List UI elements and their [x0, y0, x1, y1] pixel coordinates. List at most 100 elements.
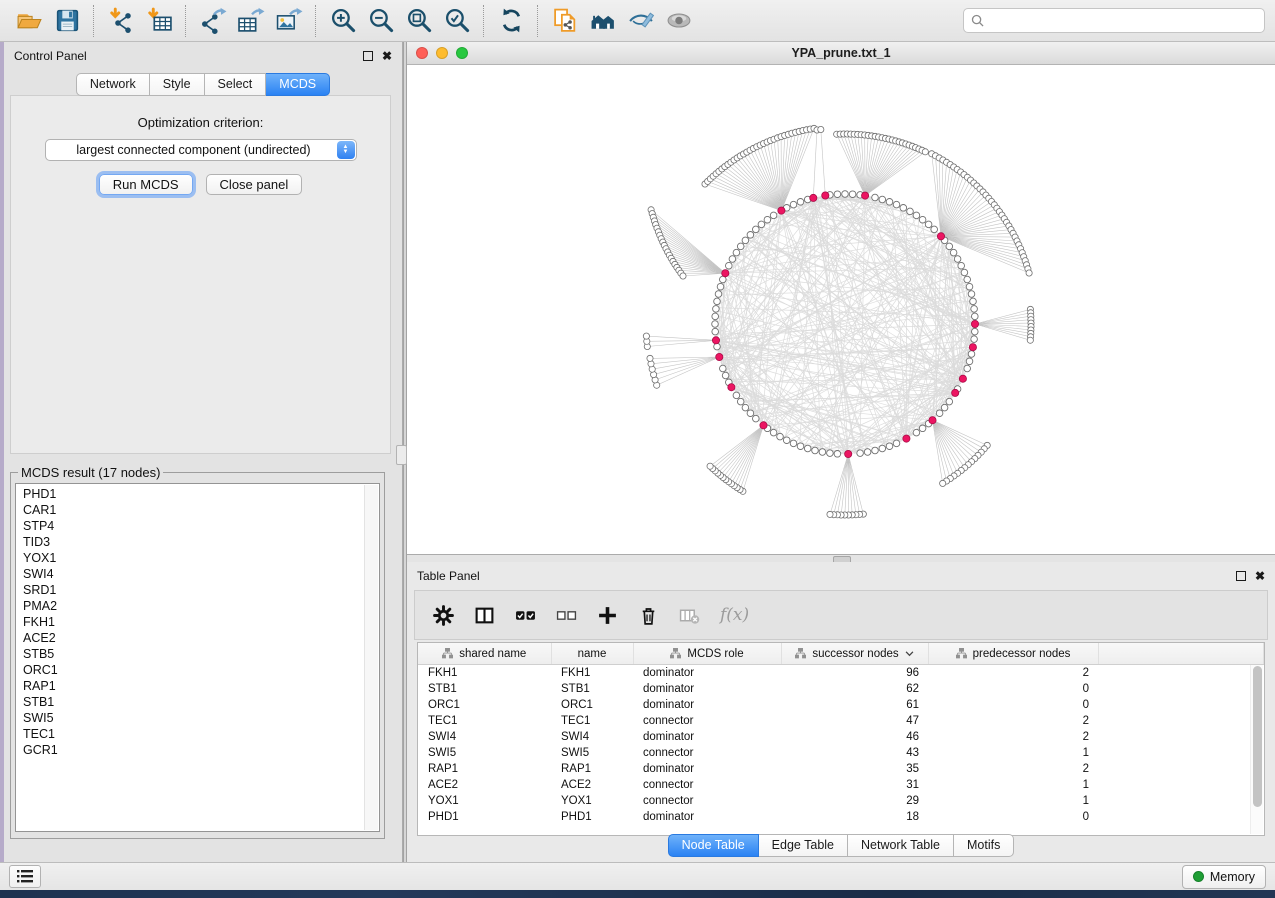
- close-panel-button[interactable]: Close panel: [206, 174, 303, 195]
- node-table-grid[interactable]: shared namenameMCDS rolesuccessor nodesp…: [418, 643, 1264, 825]
- tab-network[interactable]: Network: [76, 73, 150, 96]
- cell-predecessor-nodes[interactable]: 1: [928, 745, 1098, 761]
- cell-shared-name[interactable]: YOX1: [418, 793, 551, 809]
- cell-MCDS-role[interactable]: connector: [633, 793, 781, 809]
- tab-motifs[interactable]: Motifs: [954, 834, 1014, 857]
- cell-name[interactable]: PHD1: [551, 809, 633, 825]
- cell-successor-nodes[interactable]: 62: [781, 681, 928, 697]
- search-box[interactable]: [963, 8, 1265, 33]
- mcds-result-item[interactable]: SRD1: [23, 582, 379, 598]
- mcds-result-item[interactable]: ORC1: [23, 662, 379, 678]
- mcds-result-item[interactable]: TID3: [23, 534, 379, 550]
- network-canvas[interactable]: [407, 65, 1275, 554]
- column-header-name[interactable]: name: [551, 643, 633, 665]
- refresh-network-button[interactable]: [492, 4, 530, 38]
- column-header-shared-name[interactable]: shared name: [418, 643, 551, 665]
- cell-successor-nodes[interactable]: 31: [781, 777, 928, 793]
- mcds-result-item[interactable]: STP4: [23, 518, 379, 534]
- cell-MCDS-role[interactable]: connector: [633, 713, 781, 729]
- mcds-result-item[interactable]: SWI4: [23, 566, 379, 582]
- select-all-button[interactable]: [515, 602, 536, 628]
- cell-shared-name[interactable]: ORC1: [418, 697, 551, 713]
- cell-successor-nodes[interactable]: 29: [781, 793, 928, 809]
- result-list-scrollbar[interactable]: [364, 485, 378, 830]
- tab-style[interactable]: Style: [150, 73, 205, 96]
- tab-select[interactable]: Select: [205, 73, 267, 96]
- tab-mcds[interactable]: MCDS: [266, 73, 330, 96]
- cell-shared-name[interactable]: STB1: [418, 681, 551, 697]
- table-row[interactable]: TEC1TEC1connector472: [418, 713, 1264, 729]
- export-network-button[interactable]: [194, 4, 232, 38]
- mcds-result-item[interactable]: PMA2: [23, 598, 379, 614]
- table-scrollbar-thumb[interactable]: [1253, 666, 1262, 807]
- task-history-button[interactable]: [9, 865, 41, 888]
- first-neighbors-button[interactable]: [584, 4, 622, 38]
- cell-name[interactable]: YOX1: [551, 793, 633, 809]
- mcds-result-item[interactable]: GCR1: [23, 742, 379, 758]
- cell-successor-nodes[interactable]: 96: [781, 665, 928, 682]
- cell-predecessor-nodes[interactable]: 1: [928, 777, 1098, 793]
- float-panel-icon[interactable]: [363, 51, 373, 61]
- cell-shared-name[interactable]: TEC1: [418, 713, 551, 729]
- close-table-panel-icon[interactable]: ✖: [1255, 570, 1265, 582]
- mcds-result-item[interactable]: STB1: [23, 694, 379, 710]
- cell-successor-nodes[interactable]: 46: [781, 729, 928, 745]
- cell-MCDS-role[interactable]: connector: [633, 745, 781, 761]
- column-header-successor-nodes[interactable]: successor nodes: [781, 643, 928, 665]
- mcds-result-item[interactable]: STB5: [23, 646, 379, 662]
- cell-MCDS-role[interactable]: dominator: [633, 697, 781, 713]
- zoom-in-button[interactable]: [324, 4, 362, 38]
- network-title-bar[interactable]: YPA_prune.txt_1: [407, 42, 1275, 65]
- criterion-dropdown[interactable]: largest connected component (undirected)…: [45, 139, 357, 161]
- cell-predecessor-nodes[interactable]: 0: [928, 809, 1098, 825]
- table-row[interactable]: YOX1YOX1connector291: [418, 793, 1264, 809]
- table-row[interactable]: STB1STB1dominator620: [418, 681, 1264, 697]
- splitter-grip[interactable]: [396, 445, 407, 465]
- delete-row-button[interactable]: [638, 602, 659, 628]
- cell-name[interactable]: TEC1: [551, 713, 633, 729]
- cell-MCDS-role[interactable]: dominator: [633, 809, 781, 825]
- import-table-button[interactable]: [140, 4, 178, 38]
- cell-predecessor-nodes[interactable]: 2: [928, 761, 1098, 777]
- mcds-result-list[interactable]: PHD1CAR1STP4TID3YOX1SWI4SRD1PMA2FKH1ACE2…: [15, 483, 380, 832]
- memory-button[interactable]: Memory: [1182, 865, 1266, 889]
- cell-successor-nodes[interactable]: 35: [781, 761, 928, 777]
- cell-predecessor-nodes[interactable]: 0: [928, 697, 1098, 713]
- mcds-result-item[interactable]: FKH1: [23, 614, 379, 630]
- search-input[interactable]: [989, 13, 1257, 29]
- cell-successor-nodes[interactable]: 61: [781, 697, 928, 713]
- cell-predecessor-nodes[interactable]: 2: [928, 713, 1098, 729]
- cell-MCDS-role[interactable]: dominator: [633, 729, 781, 745]
- cell-predecessor-nodes[interactable]: 2: [928, 729, 1098, 745]
- minimize-window-light[interactable]: [436, 47, 448, 59]
- cell-name[interactable]: SWI4: [551, 729, 633, 745]
- cell-shared-name[interactable]: SWI4: [418, 729, 551, 745]
- zoom-fit-button[interactable]: [400, 4, 438, 38]
- cell-shared-name[interactable]: FKH1: [418, 665, 551, 682]
- column-header-MCDS-role[interactable]: MCDS role: [633, 643, 781, 665]
- mcds-result-item[interactable]: SWI5: [23, 710, 379, 726]
- gear-button[interactable]: [433, 602, 454, 628]
- column-header-predecessor-nodes[interactable]: predecessor nodes: [928, 643, 1098, 665]
- table-row[interactable]: SWI5SWI5connector431: [418, 745, 1264, 761]
- cell-name[interactable]: SWI5: [551, 745, 633, 761]
- table-row[interactable]: ACE2ACE2connector311: [418, 777, 1264, 793]
- table-row[interactable]: RAP1RAP1dominator352: [418, 761, 1264, 777]
- cell-MCDS-role[interactable]: dominator: [633, 681, 781, 697]
- cell-predecessor-nodes[interactable]: 2: [928, 665, 1098, 682]
- close-panel-icon[interactable]: ✖: [382, 50, 392, 62]
- import-network-button[interactable]: [102, 4, 140, 38]
- cell-shared-name[interactable]: PHD1: [418, 809, 551, 825]
- graphics-details-button[interactable]: [622, 4, 660, 38]
- mcds-result-item[interactable]: PHD1: [23, 486, 379, 502]
- mcds-result-item[interactable]: CAR1: [23, 502, 379, 518]
- mcds-result-item[interactable]: TEC1: [23, 726, 379, 742]
- mcds-result-item[interactable]: YOX1: [23, 550, 379, 566]
- cell-shared-name[interactable]: RAP1: [418, 761, 551, 777]
- cell-name[interactable]: STB1: [551, 681, 633, 697]
- cell-predecessor-nodes[interactable]: 1: [928, 793, 1098, 809]
- close-window-light[interactable]: [416, 47, 428, 59]
- tab-edge-table[interactable]: Edge Table: [759, 834, 848, 857]
- mcds-result-item[interactable]: ACE2: [23, 630, 379, 646]
- table-row[interactable]: PHD1PHD1dominator180: [418, 809, 1264, 825]
